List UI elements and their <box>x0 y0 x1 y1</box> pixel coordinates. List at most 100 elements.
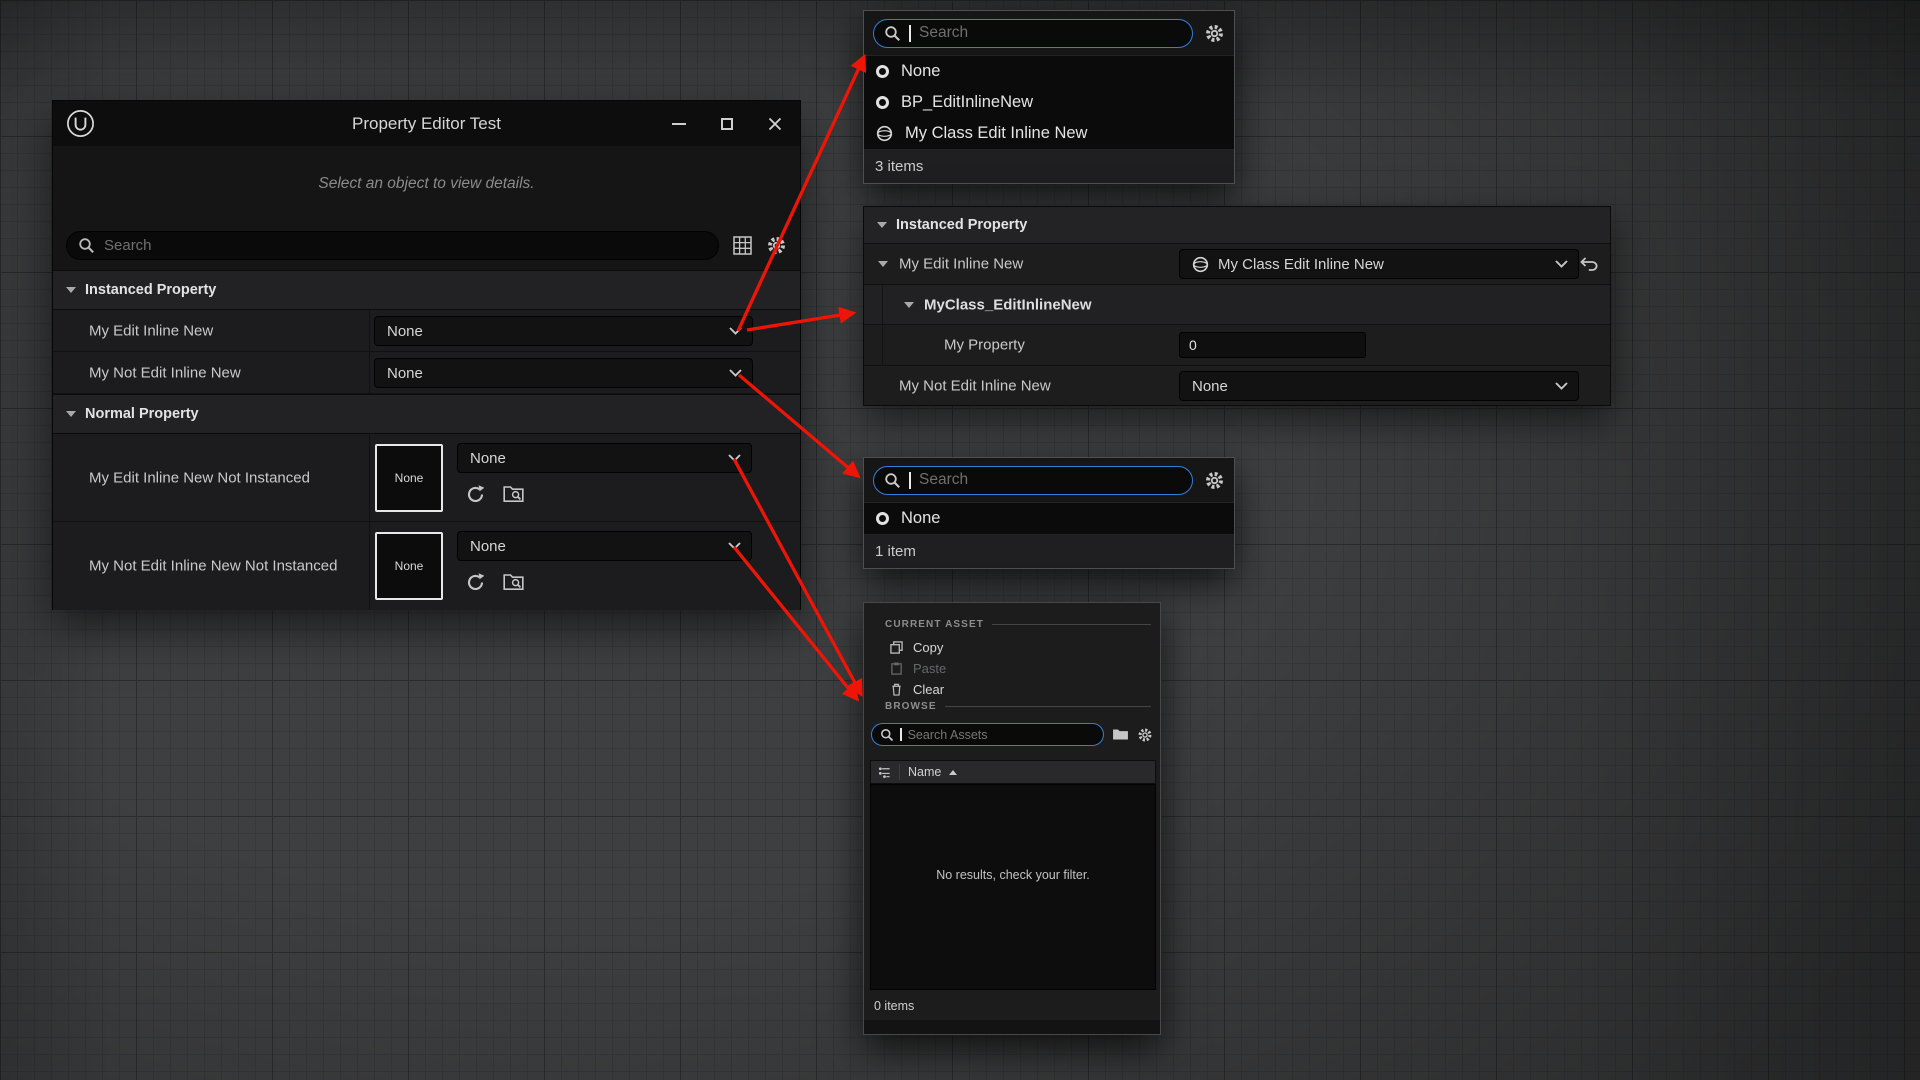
row-my-not-edit-inline-new-not-instanced: My Not Edit Inline New Not Instanced Non… <box>53 522 800 610</box>
popup-option-list: None BP_EditInlineNew My Class Edit Inli… <box>864 55 1234 150</box>
clear-menu-item[interactable]: Clear <box>864 679 1160 700</box>
search-icon <box>884 472 901 489</box>
popup-footer: 1 item <box>864 535 1234 568</box>
combo-value: None <box>1192 378 1228 395</box>
paste-icon <box>890 662 903 675</box>
chevron-down-icon <box>729 369 742 377</box>
asset-picker-menu: CURRENT ASSET Copy Paste Clear BROWSE <box>863 602 1161 1035</box>
popup-option-list: None <box>864 502 1234 535</box>
collapse-triangle-icon[interactable] <box>878 261 888 267</box>
search-assets-input[interactable]: Search Assets <box>871 723 1104 746</box>
close-button[interactable] <box>766 115 784 133</box>
number-value: 0 <box>1189 337 1197 353</box>
search-icon <box>884 25 901 42</box>
option-my-class-edit-inline-new[interactable]: My Class Edit Inline New <box>864 118 1234 149</box>
property-label: My Edit Inline New <box>899 256 1023 273</box>
row-my-edit-inline-new-not-instanced: My Edit Inline New Not Instanced None No… <box>53 434 800 522</box>
section-divider <box>992 624 1151 625</box>
search-icon <box>880 728 894 742</box>
use-selected-icon[interactable] <box>465 572 486 593</box>
asset-list-column-header[interactable]: Name <box>870 760 1156 784</box>
popup-search-input[interactable]: Search <box>873 466 1193 495</box>
maximize-button[interactable] <box>718 115 736 133</box>
view-options-icon[interactable] <box>731 235 753 257</box>
settings-gear-icon[interactable] <box>1203 469 1225 491</box>
popup-footer: 3 items <box>864 150 1234 183</box>
window-titlebar[interactable]: Property Editor Test <box>53 101 800 146</box>
row-my-edit-inline-new-expanded: My Edit Inline New My Class Edit Inline … <box>864 244 1610 285</box>
asset-thumbnail[interactable]: None <box>375 532 443 600</box>
chevron-down-icon <box>1555 260 1568 268</box>
thumbnail-label: None <box>395 559 424 573</box>
asset-picker-dropdown[interactable]: None <box>457 531 752 561</box>
property-label: My Not Edit Inline New <box>89 364 241 381</box>
copy-icon <box>890 641 903 654</box>
section-label: Instanced Property <box>896 217 1027 233</box>
search-icon <box>78 237 95 254</box>
settings-gear-icon[interactable] <box>765 235 787 257</box>
asset-count-footer: 0 items <box>874 999 914 1013</box>
row-my-edit-inline-new: My Edit Inline New None <box>53 310 800 352</box>
option-label: None <box>901 509 940 528</box>
my-not-edit-inline-new-dropdown[interactable]: None <box>374 358 753 388</box>
not-edit-inline-class-picker-popup: Search None 1 item <box>863 457 1235 569</box>
reset-to-default-icon[interactable] <box>1580 257 1599 272</box>
popup-search-row: Search <box>864 458 1234 502</box>
asset-thumbnail[interactable]: None <box>375 444 443 512</box>
asset-search-row: Search Assets <box>871 723 1153 746</box>
dropdown-value: None <box>470 538 506 555</box>
current-asset-section: CURRENT ASSET <box>885 619 1151 630</box>
option-label: None <box>901 62 940 81</box>
browse-to-asset-icon[interactable] <box>503 572 525 593</box>
thumbnail-label: None <box>395 471 424 485</box>
my-not-edit-inline-new-dropdown[interactable]: None <box>1179 371 1579 401</box>
use-selected-icon[interactable] <box>465 484 486 505</box>
trash-icon <box>890 683 903 696</box>
object-circle-icon <box>876 96 889 109</box>
menu-bottom-strip <box>864 1020 1160 1034</box>
option-bp-editinlinenew[interactable]: BP_EditInlineNew <box>864 87 1234 118</box>
settings-gear-icon[interactable] <box>1137 727 1153 743</box>
property-label: My Not Edit Inline New <box>899 377 1051 394</box>
property-label: My Edit Inline New <box>89 322 213 339</box>
search-placeholder: Search Assets <box>908 728 988 742</box>
search-placeholder: Search <box>104 237 152 254</box>
list-view-icon[interactable] <box>878 766 891 779</box>
copy-menu-item[interactable]: Copy <box>864 637 1160 658</box>
menu-item-label: Copy <box>913 640 943 655</box>
row-myclass-subobject-header[interactable]: MyClass_EditInlineNew <box>864 285 1610 325</box>
minimize-button[interactable] <box>670 115 688 133</box>
empty-results-text: No results, check your filter. <box>936 868 1090 882</box>
my-edit-inline-new-dropdown[interactable]: None <box>374 316 753 346</box>
search-input[interactable]: Search <box>66 231 719 260</box>
unreal-logo-icon <box>66 109 95 138</box>
chevron-down-icon <box>1555 382 1568 390</box>
section-instanced-property[interactable]: Instanced Property <box>864 207 1610 244</box>
collapse-triangle-icon <box>66 411 76 417</box>
text-caret <box>909 25 911 42</box>
section-label: BROWSE <box>885 701 937 712</box>
option-none[interactable]: None <box>864 503 1234 534</box>
section-label: Normal Property <box>85 406 199 422</box>
search-placeholder: Search <box>919 471 968 489</box>
settings-gear-icon[interactable] <box>1203 22 1225 44</box>
popup-search-row: Search <box>864 11 1234 55</box>
asset-picker-dropdown[interactable]: None <box>457 443 752 473</box>
combo-value: My Class Edit Inline New <box>1218 256 1384 273</box>
browse-to-asset-icon[interactable] <box>503 484 525 505</box>
sort-ascending-icon <box>949 770 957 775</box>
popup-search-input[interactable]: Search <box>873 19 1193 48</box>
chevron-down-icon <box>728 454 741 462</box>
class-combo-box[interactable]: My Class Edit Inline New <box>1179 249 1579 279</box>
property-editor-window: Property Editor Test Select an object to… <box>52 100 801 610</box>
option-none[interactable]: None <box>864 56 1234 87</box>
section-normal-property[interactable]: Normal Property <box>53 394 800 434</box>
asset-action-icons <box>465 484 525 505</box>
browse-section: BROWSE <box>885 701 1151 712</box>
collapse-triangle-icon <box>66 287 76 293</box>
folder-icon[interactable] <box>1112 728 1129 741</box>
name-column-label: Name <box>908 765 941 779</box>
section-instanced-property[interactable]: Instanced Property <box>53 270 800 310</box>
my-property-number-field[interactable]: 0 <box>1179 332 1366 358</box>
option-label: BP_EditInlineNew <box>901 93 1033 112</box>
